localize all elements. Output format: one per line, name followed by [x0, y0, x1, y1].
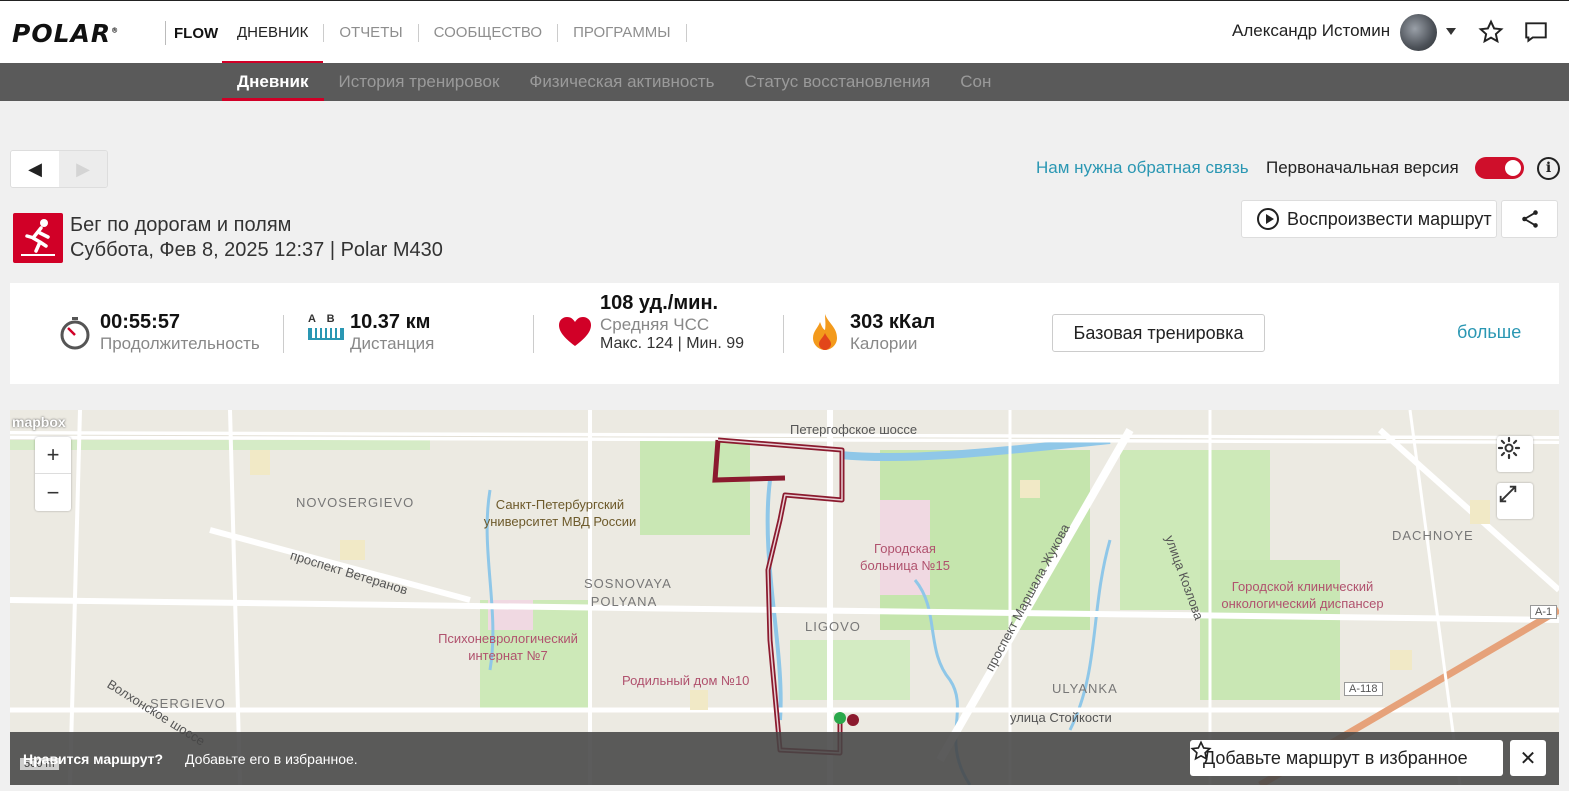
flow-label: FLOW: [174, 25, 219, 42]
running-icon: [13, 213, 63, 263]
street-label: Петергофское шоссе: [790, 422, 918, 437]
road-shield: А-118: [1344, 682, 1383, 696]
feedback-link[interactable]: Нам нужна обратная связь: [1036, 158, 1249, 178]
top-bar: POLAR® FLOW ДНЕВНИК ОТЧЕТЫ СООБЩЕСТВО ПР…: [0, 0, 1569, 64]
place-label: ULYANKA: [1052, 681, 1118, 696]
distance-icon: A B: [308, 313, 344, 340]
distance-value: 10.37 км: [350, 311, 431, 333]
start-marker: [834, 712, 846, 724]
distance-stat: 10.37 км Дистанция: [350, 311, 434, 353]
stats-panel: 00:55:57 Продолжительность A B 10.37 км …: [10, 283, 1559, 384]
banner-question: Нравится маршрут?: [23, 751, 164, 767]
subnav-training-history[interactable]: История тренировок: [324, 63, 515, 101]
divider: [783, 315, 784, 353]
heart-icon: [559, 317, 591, 346]
sub-nav: Дневник История тренировок Физическая ак…: [0, 63, 1569, 101]
subnav-diary[interactable]: Дневник: [222, 63, 324, 101]
play-icon: [1257, 208, 1279, 230]
place-label: DACHNOYE: [1392, 528, 1474, 543]
subnav-sleep[interactable]: Сон: [945, 63, 1006, 101]
place-label: NOVOSERGIEVO: [296, 495, 415, 510]
training-benefit-button[interactable]: Базовая тренировка: [1052, 314, 1265, 352]
poi-label: Психоневрологический интернат №7: [438, 631, 578, 663]
favorite-banner: 500 m Нравится маршрут? Добавьте его в и…: [10, 732, 1559, 785]
heart-rate-stat: 108 уд./мин. Средняя ЧСС Макс. 124 | Мин…: [600, 292, 760, 352]
zoom-in-button[interactable]: +: [35, 437, 71, 474]
duration-value: 00:55:57: [100, 311, 181, 333]
mapbox-logo[interactable]: mapbox: [12, 414, 66, 430]
nav-programs[interactable]: ПРОГРАММЫ: [558, 1, 686, 64]
nav-reports[interactable]: ОТЧЕТЫ: [324, 1, 417, 64]
next-button[interactable]: ▶: [59, 151, 107, 187]
star-icon: [1190, 740, 1212, 761]
place-label: SOSNOVAYA POLYANA: [584, 576, 672, 609]
duration-label: Продолжительность: [100, 334, 260, 353]
share-button[interactable]: [1501, 200, 1558, 238]
original-version-toggle[interactable]: [1475, 157, 1524, 179]
exercise-date: Суббота, Фев 8, 2025 12:37 | Polar M430: [70, 239, 443, 261]
heart-rate-detail: Макс. 124 | Мин. 99: [600, 335, 745, 352]
divider: [685, 23, 687, 42]
route-map[interactable]: mapbox NOVOSERGIEVO SOSNOVAYA POLYANA SE…: [10, 410, 1559, 785]
more-link[interactable]: больше: [1457, 322, 1521, 343]
poi-label: Городской клинический онкологический дис…: [1221, 579, 1384, 611]
chevron-down-icon[interactable]: [1446, 28, 1456, 35]
prev-button[interactable]: ◀: [11, 151, 59, 187]
expand-icon: [1499, 485, 1517, 503]
fullscreen-button[interactable]: [1497, 483, 1533, 519]
street-label: улица Стойкости: [1010, 710, 1112, 725]
nav-diary[interactable]: ДНЕВНИК: [222, 1, 324, 64]
distance-label: Дистанция: [350, 334, 435, 353]
avatar[interactable]: [1400, 14, 1437, 51]
message-icon[interactable]: [1523, 19, 1549, 45]
place-label: LIGOVO: [805, 619, 861, 634]
heart-rate-value: 108 уд./мин.: [600, 292, 719, 314]
poi-label: Санкт-Петербургский университет МВД Росс…: [483, 497, 637, 529]
calories-value: 303 кКал: [850, 311, 936, 333]
star-icon[interactable]: [1478, 19, 1504, 45]
add-favorite-label: Добавьте маршрут в избранное: [1203, 747, 1468, 768]
user-name[interactable]: Александр Истомин: [1232, 21, 1390, 41]
calories-label: Калории: [850, 334, 918, 353]
map-settings-button[interactable]: [1497, 436, 1533, 472]
divider: [165, 21, 166, 45]
original-version-label: Первоначальная версия: [1266, 158, 1459, 177]
finish-marker: [847, 714, 859, 726]
flame-icon: [813, 314, 837, 350]
banner-text: Добавьте его в избранное.: [185, 751, 358, 767]
share-icon: [1521, 210, 1538, 228]
poi-label: Родильный дом №10: [622, 673, 750, 688]
exercise-sport: Бег по дорогам и полям: [70, 214, 292, 236]
road-shield: А-1: [1530, 605, 1558, 619]
subnav-recovery[interactable]: Статус восстановления: [730, 63, 946, 101]
close-icon: ✕: [1519, 747, 1537, 770]
play-route-label: Воспроизвести маршрут: [1287, 208, 1492, 229]
poi-label: Городская больница №15: [860, 541, 950, 573]
pager: ◀ ▶: [10, 150, 108, 188]
divider: [533, 315, 534, 353]
zoom-out-button[interactable]: −: [35, 474, 71, 511]
main-nav: ДНЕВНИК ОТЧЕТЫ СООБЩЕСТВО ПРОГРАММЫ: [222, 1, 687, 64]
duration-stat: 00:55:57 Продолжительность: [100, 311, 260, 353]
calories-stat: 303 кКал Калории: [850, 311, 935, 353]
play-route-button[interactable]: Воспроизвести маршрут: [1241, 200, 1497, 238]
close-banner-button[interactable]: ✕: [1510, 740, 1546, 776]
polar-logo[interactable]: POLAR®: [12, 19, 119, 48]
info-icon[interactable]: i: [1537, 157, 1560, 180]
stopwatch-icon: [60, 317, 90, 350]
zoom-control: + −: [35, 437, 71, 511]
add-favorite-button[interactable]: Добавьте маршрут в избранное: [1190, 740, 1503, 776]
heart-rate-label: Средняя ЧСС: [600, 315, 710, 334]
divider: [283, 315, 284, 353]
nav-community[interactable]: СООБЩЕСТВО: [419, 1, 557, 64]
subnav-activity[interactable]: Физическая активность: [514, 63, 729, 101]
gear-icon: [1497, 436, 1521, 460]
